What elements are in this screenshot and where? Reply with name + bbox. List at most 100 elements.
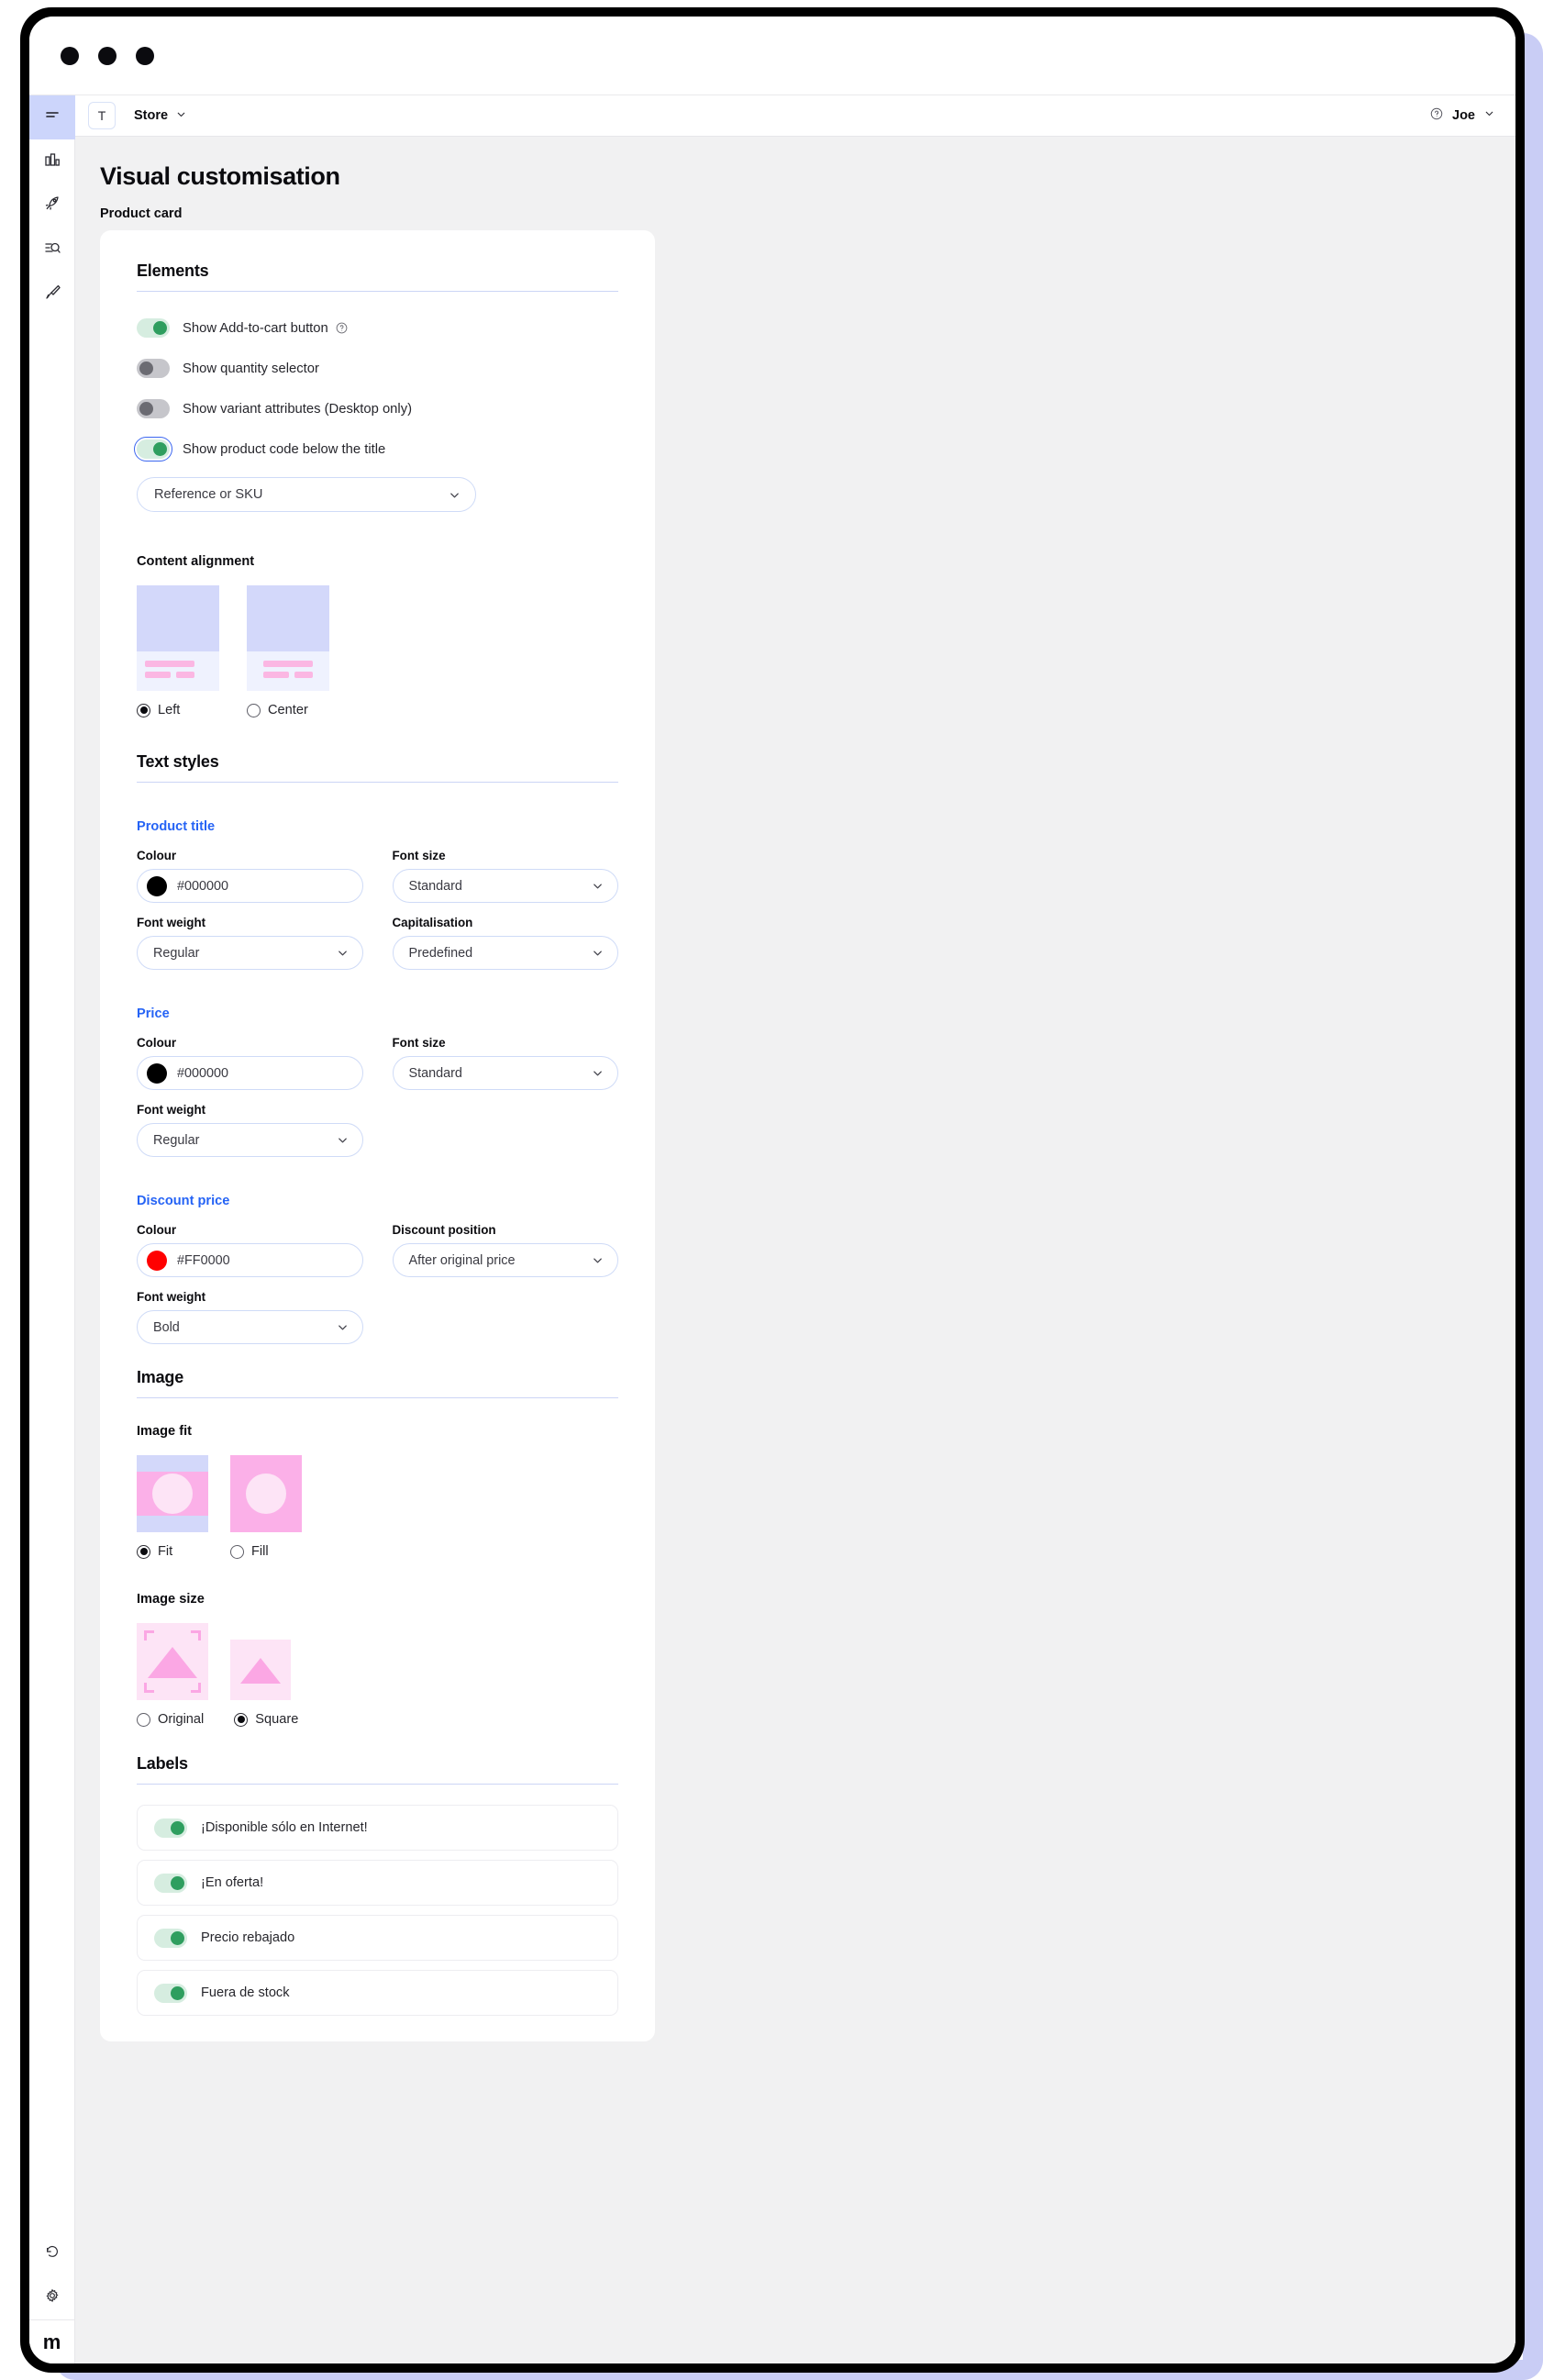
field-label: Font size [392,849,446,862]
text-styles-section-header: Text styles [100,717,655,783]
radio-original[interactable] [137,1712,150,1727]
chevron-down-icon [591,879,605,893]
rail-item-launch[interactable] [29,184,75,228]
rail-item-menu[interactable] [29,95,75,139]
toggle-label: Show variant attributes (Desktop only) [183,402,412,417]
radio-square-label: Square [255,1712,299,1727]
toggle-label-3[interactable] [154,1983,187,2003]
question-circle-icon[interactable] [335,321,349,335]
colour-input-discount-price[interactable]: #FF0000 [137,1243,363,1277]
toggle-show-variant-attributes[interactable] [137,399,170,418]
rail-item-search[interactable] [29,228,75,272]
label-row-3[interactable]: Fuera de stock [137,1970,618,2016]
store-selector[interactable]: Store [134,108,187,124]
toggle-row-add-to-cart[interactable]: Show Add-to-cart button [137,318,618,338]
device-edge-right [1523,33,1543,2380]
brand-logo: m [29,2319,75,2363]
toggle-show-quantity-selector[interactable] [137,359,170,378]
toggle-show-add-to-cart[interactable] [137,318,170,338]
crop-corner-icon [144,1683,154,1693]
image-fit-preview-fill [230,1455,302,1532]
product-code-select[interactable]: Reference or SKU [137,477,476,512]
toggle-label-0[interactable] [154,1818,187,1838]
chevron-down-icon [591,946,605,960]
font-weight-select-price[interactable]: Regular [137,1123,363,1157]
radio-row-left[interactable]: Left [137,703,219,717]
image-fit-preview-fit [137,1455,208,1532]
maximize-dot-icon[interactable] [136,47,154,65]
toggle-text: Show variant attributes (Desktop only) [183,401,413,417]
radio-original-label: Original [158,1712,205,1727]
radio-row-fill[interactable]: Fill [230,1544,302,1559]
preview-triangle [240,1658,281,1684]
question-circle-icon[interactable] [1429,106,1444,126]
font-size-select-product-title[interactable]: Standard [392,869,618,903]
store-avatar[interactable]: T [88,102,116,129]
rail-item-appearance[interactable] [29,272,75,316]
colour-swatch-icon[interactable] [147,1062,167,1084]
radio-row-fit[interactable]: Fit [137,1544,208,1559]
toggle-label-2[interactable] [154,1928,187,1948]
search-list-icon [43,239,61,261]
label-row-1[interactable]: ¡En oferta! [137,1860,618,1906]
left-rail: m [29,95,75,2363]
label-row-0[interactable]: ¡Disponible sólo en Internet! [137,1805,618,1851]
user-menu-label[interactable]: Joe [1452,108,1475,123]
field-font-weight-price: Font weight Regular [137,1103,363,1157]
labels-section-body: ¡Disponible sólo en Internet! ¡En oferta… [100,1805,655,2016]
preview-text-lines [247,651,329,678]
label-row-2[interactable]: Precio rebajado [137,1915,618,1961]
image-fit-option-fit[interactable]: Fit [137,1455,208,1559]
field-label: Font size [392,1036,446,1050]
preview-image-placeholder [137,585,219,651]
radio-left[interactable] [137,703,150,717]
device-screen: m T Store Joe Visual customisation Produ… [29,17,1515,2363]
rail-item-settings[interactable] [29,2275,75,2319]
labels-title: Labels [137,1754,188,1773]
alignment-option-center[interactable]: Center [247,585,329,717]
font-size-value: Standard [408,878,462,894]
image-size-option-original[interactable] [137,1623,208,1700]
colour-input-price[interactable]: #000000 [137,1056,363,1090]
radio-row-center[interactable]: Center [247,703,329,717]
colour-input-product-title[interactable]: #000000 [137,869,363,903]
window-controls[interactable] [61,47,154,65]
text-styles-title: Text styles [137,752,219,771]
toggle-row-quantity-selector[interactable]: Show quantity selector [137,359,618,378]
bar-chart-icon [43,150,61,173]
capitalisation-select-product-title[interactable]: Predefined [392,936,618,970]
minimize-dot-icon[interactable] [98,47,117,65]
radio-square[interactable] [234,1712,249,1727]
fields-product-title: Colour #000000 Font size Standard Font w… [137,849,618,970]
chevron-down-icon[interactable] [1483,107,1495,124]
rail-item-history[interactable] [29,2231,75,2275]
toggle-row-variant-attributes[interactable]: Show variant attributes (Desktop only) [137,399,618,418]
image-fit-option-fill[interactable]: Fill [230,1455,302,1559]
radio-fill[interactable] [230,1544,244,1559]
history-icon [44,2243,61,2264]
close-dot-icon[interactable] [61,47,79,65]
toggle-label-1[interactable] [154,1873,187,1893]
alignment-preview-left [137,585,219,691]
gear-icon [44,2287,61,2308]
image-size-options [137,1623,618,1700]
colour-swatch-icon[interactable] [147,875,167,896]
alignment-option-left[interactable]: Left [137,585,219,717]
font-weight-select-product-title[interactable]: Regular [137,936,363,970]
image-size-option-square[interactable] [230,1623,291,1700]
radio-center[interactable] [247,703,261,717]
radio-fit[interactable] [137,1544,150,1559]
discount-position-select[interactable]: After original price [392,1243,618,1277]
field-label: Colour [137,1223,177,1237]
font-size-select-price[interactable]: Standard [392,1056,618,1090]
colour-swatch-icon[interactable] [147,1250,167,1271]
radio-row-square[interactable]: Square [234,1712,298,1727]
field-font-weight-discount-price: Font weight Bold [137,1290,363,1344]
font-weight-select-discount-price[interactable]: Bold [137,1310,363,1344]
rail-item-analytics[interactable] [29,139,75,184]
field-colour-discount-price: Colour #FF0000 [137,1223,363,1277]
toggle-row-product-code[interactable]: Show product code below the title [134,437,618,462]
radio-row-original[interactable]: Original [137,1712,204,1727]
toggle-show-product-code[interactable] [134,437,172,462]
font-weight-value: Regular [153,1132,200,1148]
